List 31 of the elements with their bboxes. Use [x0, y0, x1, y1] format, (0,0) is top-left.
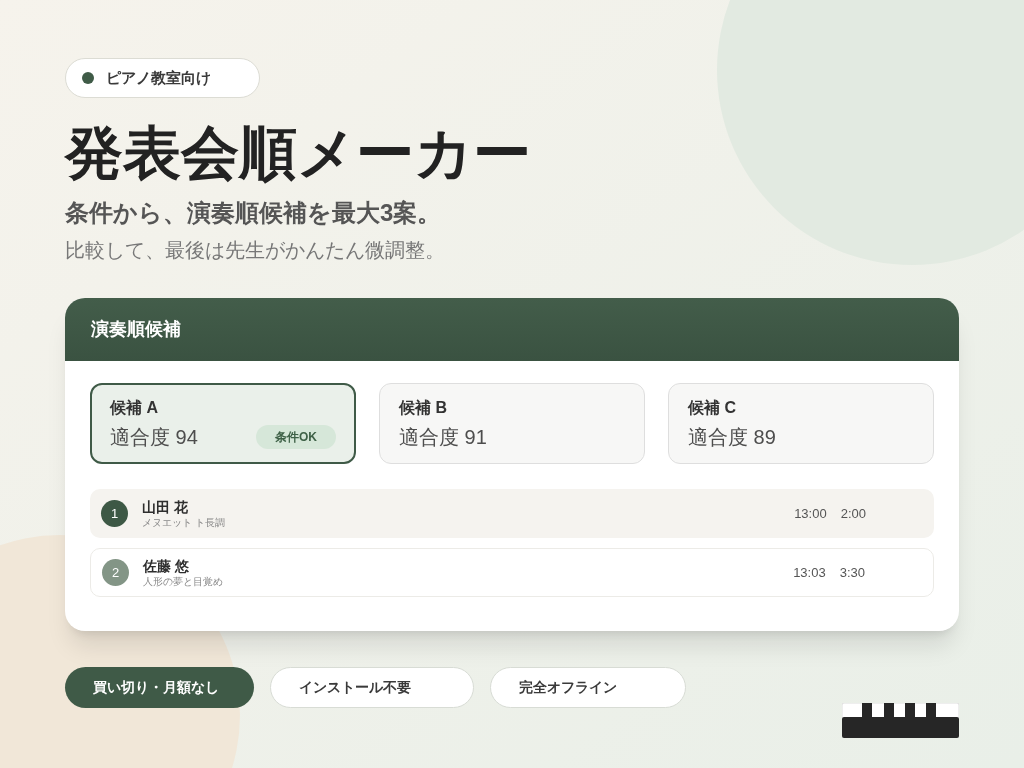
description: 比較して、最後は先生がかんたん微調整。: [65, 238, 445, 263]
panel-title: 演奏順候補: [91, 318, 181, 341]
candidate-card[interactable]: 候補 A 適合度 94 条件OK: [90, 383, 356, 464]
feature-pill: 完全オフライン: [490, 667, 686, 708]
piano-keys-icon: [842, 703, 959, 738]
performer-row[interactable]: 1 山田 花 メヌエット ト長調 13:00 2:00: [90, 489, 934, 538]
start-time: 13:03: [793, 563, 826, 582]
candidate-name: 候補 A: [110, 398, 159, 418]
feature-pill: インストール不要: [270, 667, 474, 708]
performer-name: 山田 花: [142, 497, 188, 516]
performer-row[interactable]: 2 佐藤 悠 人形の夢と目覚め 13:03 3:30: [90, 548, 934, 597]
duration: 3:30: [839, 563, 865, 582]
app-title: 発表会順メーカー: [65, 119, 531, 187]
candidate-card[interactable]: 候補 C 適合度 89: [668, 383, 934, 464]
candidate-name: 候補 C: [688, 398, 737, 418]
order-number: 1: [101, 500, 128, 527]
fit-score: 適合度 94: [110, 425, 198, 450]
candidate-card[interactable]: 候補 B 適合度 91: [379, 383, 645, 464]
candidate-name: 候補 B: [399, 398, 448, 418]
fit-score: 適合度 91: [399, 425, 487, 450]
start-time: 13:00: [794, 504, 827, 523]
condition-tag: 条件OK: [256, 425, 336, 449]
fit-score: 適合度 89: [688, 425, 776, 450]
badge-label: ピアノ教室向け: [106, 67, 211, 88]
piece-title: 人形の夢と目覚め: [143, 574, 223, 589]
piece-title: メヌエット ト長調: [142, 515, 225, 530]
subtitle: 条件から、演奏順候補を最大3案。: [65, 198, 442, 228]
duration: 2:00: [840, 504, 866, 523]
performer-name: 佐藤 悠: [143, 556, 189, 575]
feature-pill: 買い切り・月額なし: [65, 667, 254, 708]
order-number: 2: [102, 559, 129, 586]
